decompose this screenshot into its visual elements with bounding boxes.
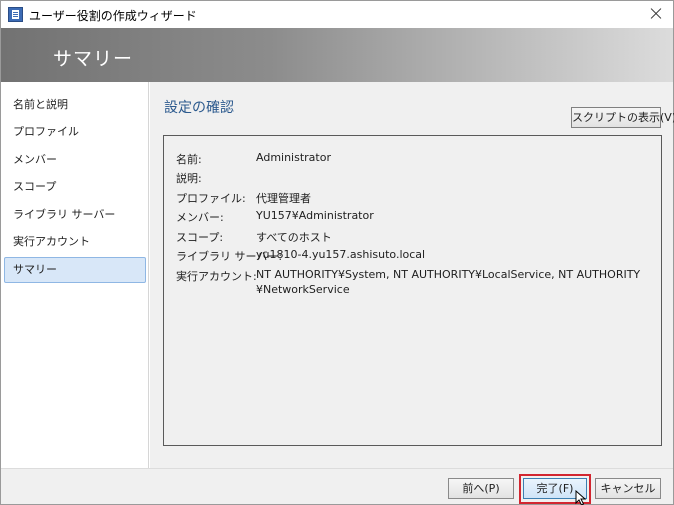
sidebar-item-summary[interactable]: サマリー xyxy=(4,257,146,283)
sidebar-item-name-description[interactable]: 名前と説明 xyxy=(4,92,146,118)
summary-label: メンバー: xyxy=(176,211,224,224)
summary-value: すべてのホスト xyxy=(256,231,332,244)
summary-value: YU157¥Administrator xyxy=(256,209,374,222)
app-icon xyxy=(8,7,23,22)
summary-value: NT AUTHORITY¥System, NT AUTHORITY¥LocalS… xyxy=(256,268,641,296)
summary-panel: 名前: Administrator 説明: プロファイル: 代理管理者 メンバー… xyxy=(163,135,662,446)
page-banner: サマリー xyxy=(1,28,673,82)
mouse-cursor-icon xyxy=(575,490,587,505)
wizard-window: ユーザー役割の作成ウィザード サマリー 名前と説明 プロファイル メンバー スコ… xyxy=(0,0,674,505)
summary-value: yu1810-4.yu157.ashisuto.local xyxy=(256,248,426,261)
sidebar-item-library-server[interactable]: ライブラリ サーバー xyxy=(4,202,146,228)
summary-value: Administrator xyxy=(256,151,331,164)
back-button[interactable]: 前へ(P) xyxy=(448,478,514,499)
title-bar: ユーザー役割の作成ウィザード xyxy=(1,1,673,28)
summary-label: プロファイル: xyxy=(176,192,246,205)
main-content: 設定の確認 スクリプトの表示(V) 名前: Administrator 説明: … xyxy=(150,82,674,468)
summary-label: スコープ: xyxy=(176,231,224,244)
summary-label: 名前: xyxy=(176,153,202,166)
close-icon[interactable] xyxy=(643,3,669,25)
view-script-button[interactable]: スクリプトの表示(V) xyxy=(571,107,674,128)
cancel-button[interactable]: キャンセル xyxy=(595,478,661,499)
sidebar-item-members[interactable]: メンバー xyxy=(4,147,146,173)
wizard-footer: 前へ(P) 完了(F) キャンセル xyxy=(1,468,673,504)
section-title: 設定の確認 xyxy=(164,100,234,116)
window-title: ユーザー役割の作成ウィザード xyxy=(29,9,197,23)
sidebar-item-run-as-account[interactable]: 実行アカウント xyxy=(4,229,146,255)
summary-value: 代理管理者 xyxy=(256,192,311,205)
sidebar-item-profile[interactable]: プロファイル xyxy=(4,119,146,145)
summary-label: 実行アカウント: xyxy=(176,270,257,283)
wizard-step-nav: 名前と説明 プロファイル メンバー スコープ ライブラリ サーバー 実行アカウン… xyxy=(1,82,149,468)
summary-label: 説明: xyxy=(176,172,202,185)
sidebar-item-scope[interactable]: スコープ xyxy=(4,174,146,200)
banner-title: サマリー xyxy=(53,48,134,70)
